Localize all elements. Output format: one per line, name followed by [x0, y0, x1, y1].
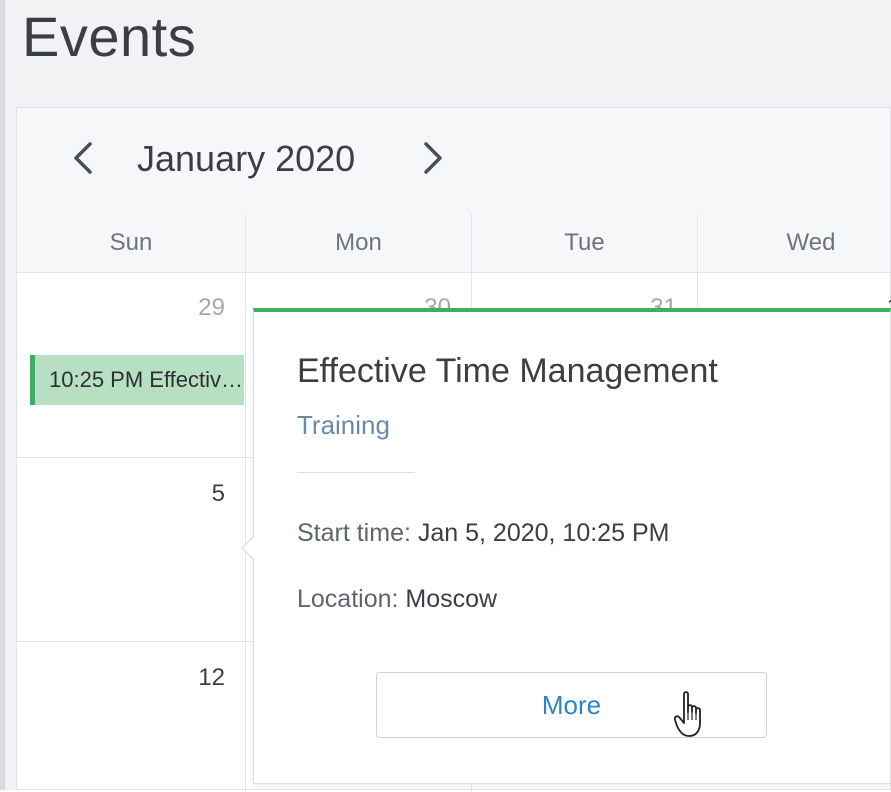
hand-cursor-icon	[674, 691, 701, 737]
weekday-header-row: Sun Mon Tue Wed	[17, 214, 890, 273]
start-time-label: Start time:	[297, 519, 411, 547]
location-label: Location:	[297, 585, 399, 613]
weekday-tue: Tue	[472, 214, 698, 272]
popup-category: Training	[297, 410, 390, 440]
next-month-button[interactable]	[413, 138, 453, 178]
day-number: 29	[198, 294, 225, 321]
event-chip[interactable]: 10:25 PM Effective Time Management	[30, 355, 244, 405]
day-cell[interactable]: 5	[17, 458, 246, 642]
day-number: 12	[198, 664, 225, 691]
popup-start-time: Start time: Jan 5, 2020, 10:25 PM	[297, 519, 669, 548]
day-number: 5	[211, 480, 225, 507]
popup-location: Location: Moscow	[297, 585, 497, 614]
weekday-mon: Mon	[246, 214, 472, 272]
start-time-value: Jan 5, 2020, 10:25 PM	[417, 519, 670, 547]
popup-divider	[297, 472, 415, 473]
location-value: Moscow	[405, 585, 498, 613]
prev-month-button[interactable]	[63, 138, 103, 178]
event-popup: Effective Time Management Training Start…	[253, 308, 891, 784]
chevron-right-icon	[424, 142, 442, 174]
weekday-wed: Wed	[786, 229, 836, 256]
page-title: Events	[22, 5, 197, 68]
weekday-sun: Sun	[17, 214, 246, 272]
day-cell[interactable]: 12	[17, 642, 246, 792]
popup-title: Effective Time Management	[297, 352, 718, 390]
popup-arrow-fill	[243, 536, 255, 560]
chevron-left-icon	[74, 142, 92, 174]
month-label: January 2020	[137, 138, 356, 179]
calendar-header: January 2020	[17, 108, 890, 215]
